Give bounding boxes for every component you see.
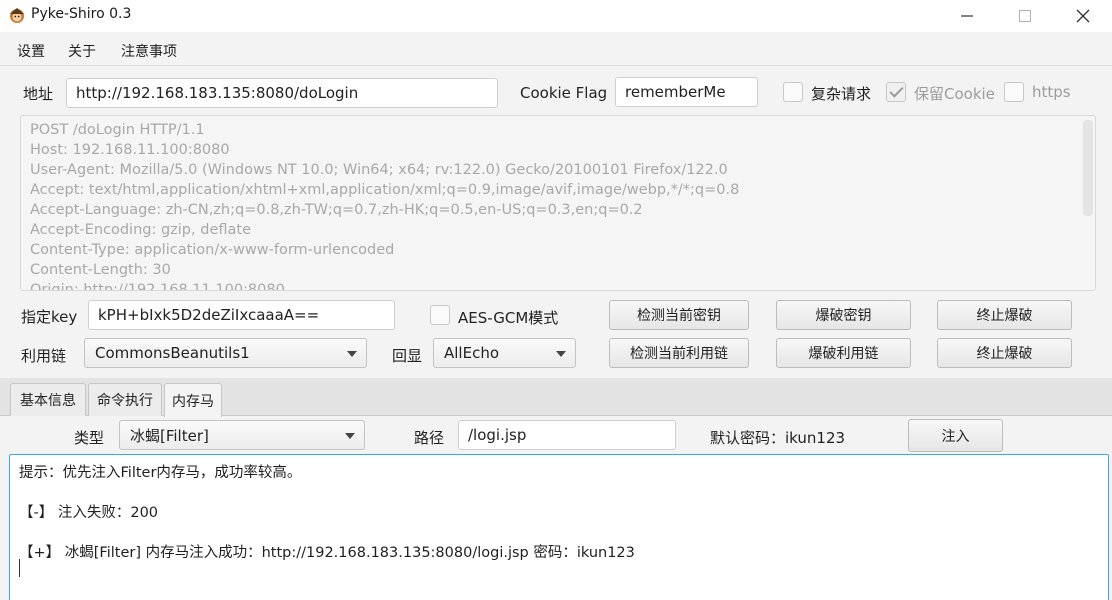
title-bar: Pyke-Shiro 0.3 [0, 0, 1112, 32]
type-label: 类型 [74, 429, 105, 447]
request-line: Host: 192.168.11.100:8080 [30, 142, 230, 158]
key-input[interactable]: kPH+bIxk5D2deZiIxcaaaA== [88, 300, 395, 330]
output-textarea[interactable]: 提示：优先注入Filter内存马，成功率较高。 【-】 注入失败：200 【+】… [9, 454, 1109, 600]
type-select-value: 冰蝎[Filter] [130, 426, 209, 445]
echo-label: 回显 [392, 347, 423, 365]
address-label: 地址 [23, 85, 54, 103]
chain-label: 利用链 [21, 347, 67, 365]
cookie-flag-label: Cookie Flag [520, 84, 608, 102]
key-label: 指定key [21, 308, 78, 326]
aes-gcm-label: AES-GCM模式 [458, 309, 559, 327]
maximize-button[interactable] [1002, 0, 1048, 32]
tab-memshell[interactable]: 内存马 [164, 383, 222, 417]
brute-key-button[interactable]: 爆破密钥 [776, 300, 911, 330]
tab-strip: 基本信息 命令执行 内存马 [0, 378, 1112, 417]
brute-chain-button[interactable]: 爆破利用链 [776, 338, 911, 368]
chevron-down-icon [347, 351, 357, 357]
chevron-down-icon [556, 351, 566, 357]
minimize-icon [961, 15, 973, 17]
tab-basic-info[interactable]: 基本信息 [10, 383, 86, 416]
echo-select-value: AllEcho [444, 344, 500, 362]
path-input[interactable]: /logi.jsp [458, 420, 676, 450]
https-label: https [1032, 83, 1071, 101]
complex-request-checkbox[interactable] [783, 82, 803, 102]
request-scrollbar[interactable] [1083, 120, 1093, 216]
path-label: 路径 [414, 429, 445, 447]
request-line: Content-Type: application/x-www-form-url… [30, 242, 395, 258]
close-button[interactable] [1060, 0, 1106, 32]
type-select[interactable]: 冰蝎[Filter] [119, 420, 365, 450]
chevron-down-icon [345, 433, 355, 439]
cookie-flag-input[interactable]: rememberMe [615, 77, 758, 107]
address-input[interactable]: http://192.168.183.135:8080/doLogin [66, 78, 498, 108]
request-line: Accept-Encoding: gzip, deflate [30, 222, 251, 238]
request-line: Accept: text/html,application/xhtml+xml,… [30, 182, 740, 198]
output-line: 【-】 注入失败：200 [19, 505, 159, 521]
menu-about[interactable]: 关于 [68, 41, 96, 61]
menu-notes[interactable]: 注意事项 [121, 41, 177, 61]
request-line: Accept-Language: zh-CN,zh;q=0.8,zh-TW;q=… [30, 202, 643, 218]
app-logo-icon [10, 8, 24, 23]
echo-select[interactable]: AllEcho [433, 338, 576, 368]
tab-command-exec[interactable]: 命令执行 [88, 383, 162, 416]
complex-request-label: 复杂请求 [811, 85, 872, 103]
output-line: 提示：优先注入Filter内存马，成功率较高。 [19, 465, 302, 481]
menu-settings[interactable]: 设置 [17, 41, 45, 61]
request-line: POST /doLogin HTTP/1.1 [30, 122, 205, 138]
keep-cookie-checkbox[interactable] [886, 82, 906, 102]
request-line: Origin: http://192.168.11.100:8080 [30, 282, 285, 291]
minimize-button[interactable] [944, 0, 990, 32]
https-checkbox[interactable] [1004, 82, 1024, 102]
default-password-text: 默认密码：ikun123 [710, 429, 846, 447]
request-line: User-Agent: Mozilla/5.0 (Windows NT 10.0… [30, 162, 728, 178]
detect-chain-button[interactable]: 检测当前利用链 [609, 338, 749, 368]
chain-select-value: CommonsBeanutils1 [95, 344, 250, 362]
stop-chain-brute-button[interactable]: 终止爆破 [937, 338, 1072, 368]
aes-gcm-checkbox[interactable] [430, 305, 450, 325]
keep-cookie-label: 保留Cookie [914, 85, 995, 103]
window-title: Pyke-Shiro 0.3 [31, 6, 132, 22]
request-line: Content-Length: 30 [30, 262, 171, 278]
request-textarea[interactable]: POST /doLogin HTTP/1.1 Host: 192.168.11.… [20, 115, 1096, 291]
stop-key-brute-button[interactable]: 终止爆破 [937, 300, 1072, 330]
text-cursor [19, 559, 20, 577]
inject-button[interactable]: 注入 [908, 419, 1003, 452]
menu-bar: 设置 关于 注意事项 [0, 32, 1112, 66]
detect-key-button[interactable]: 检测当前密钥 [609, 300, 749, 330]
output-line: 【+】 冰蝎[Filter] 内存马注入成功：http://192.168.18… [19, 545, 635, 561]
chain-select[interactable]: CommonsBeanutils1 [84, 338, 367, 368]
maximize-icon [1019, 10, 1031, 22]
close-icon [1076, 9, 1090, 23]
